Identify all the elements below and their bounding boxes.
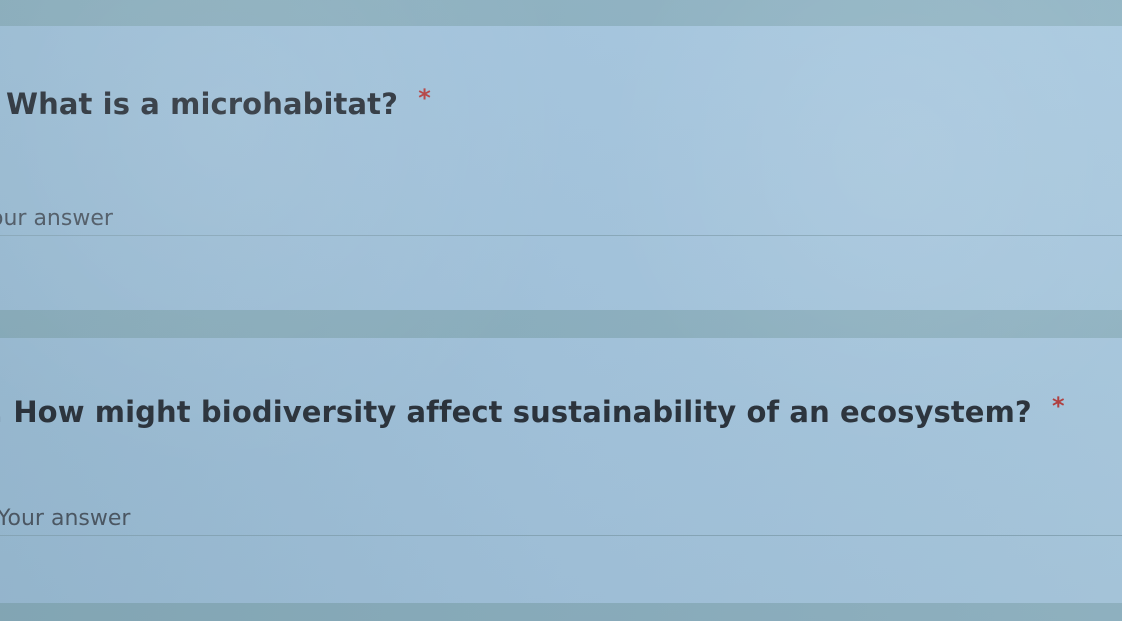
- answer-input-1[interactable]: [0, 202, 1090, 234]
- question-text-2: . How might biodiversity affect sustaina…: [0, 395, 1032, 429]
- required-mark-1: *: [418, 84, 431, 112]
- answer-field-2[interactable]: [0, 502, 1122, 536]
- answer-input-2[interactable]: [0, 502, 1097, 534]
- question-text-1: What is a microhabitat?: [6, 87, 399, 121]
- bottom-divider: [0, 603, 1122, 621]
- question-card-2: . How might biodiversity affect sustaina…: [0, 338, 1122, 603]
- section-divider: [0, 310, 1122, 338]
- question-title-1: What is a microhabitat? *: [6, 84, 431, 124]
- answer-field-1[interactable]: [0, 202, 1122, 236]
- required-mark-2: *: [1052, 392, 1065, 420]
- question-title-2: . How might biodiversity affect sustaina…: [0, 392, 1065, 432]
- question-card-1: What is a microhabitat? *: [0, 26, 1122, 310]
- top-divider: [0, 0, 1122, 26]
